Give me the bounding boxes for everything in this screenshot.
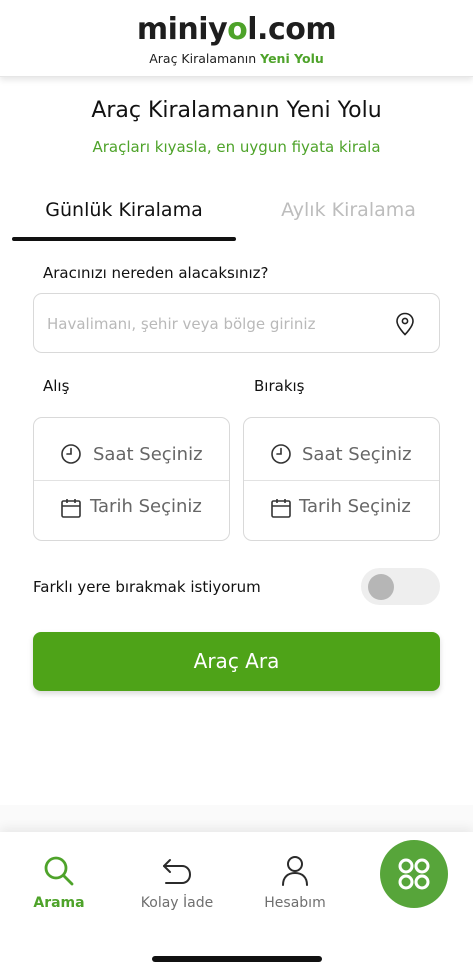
grid-circles-icon [398, 858, 430, 890]
pickup-datetime-box: Saat Seçiniz Tarih Seçiniz [33, 417, 230, 541]
tab-daily-rental[interactable]: Günlük Kiralama [12, 199, 236, 221]
nav-label-search: Arama [33, 895, 85, 911]
clock-icon [61, 444, 81, 464]
location-input[interactable]: Havalimanı, şehir veya bölge giriniz [33, 293, 440, 353]
location-label: Aracınızı nereden alacaksınız? [43, 264, 269, 282]
pickup-time-placeholder: Saat Seçiniz [93, 444, 203, 465]
different-dropoff-toggle[interactable] [361, 568, 440, 605]
pickup-time-field[interactable]: Saat Seçiniz [34, 418, 229, 480]
calendar-icon [271, 499, 291, 518]
pickup-label: Alış [43, 377, 70, 395]
tab-monthly-rental[interactable]: Aylık Kiralama [236, 199, 461, 221]
menu-fab-button[interactable] [380, 840, 448, 908]
different-dropoff-label: Farklı yere bırakmak istiyorum [33, 578, 261, 596]
calendar-icon [61, 499, 81, 518]
user-icon [282, 856, 308, 886]
undo-arrow-icon [163, 859, 192, 884]
page-subtitle: Araçları kıyasla, en uygun fiyata kirala [92, 138, 381, 156]
brand-logo[interactable]: miniyol.com [0, 12, 473, 47]
clock-icon [271, 444, 291, 464]
toggle-knob [368, 574, 394, 600]
nav-label-account: Hesabım [264, 895, 326, 911]
active-tab-indicator [12, 237, 236, 241]
page-title: Araç Kiralamanın Yeni Yolu [91, 98, 382, 123]
nav-item-search[interactable]: Arama [28, 854, 90, 911]
location-pin-icon [396, 312, 414, 336]
search-icon [44, 856, 74, 886]
search-car-button[interactable]: Araç Ara [33, 632, 440, 691]
pickup-date-placeholder: Tarih Seçiniz [90, 496, 202, 517]
nav-item-easy-return[interactable]: Kolay İade [138, 854, 216, 911]
content-bottom-fill [0, 805, 473, 835]
dropoff-time-field[interactable]: Saat Seçiniz [244, 418, 439, 480]
dropoff-time-placeholder: Saat Seçiniz [302, 444, 412, 465]
location-placeholder: Havalimanı, şehir veya bölge giriniz [47, 315, 316, 333]
dropoff-date-placeholder: Tarih Seçiniz [299, 496, 411, 517]
dropoff-date-field[interactable]: Tarih Seçiniz [244, 481, 439, 543]
dropoff-label: Bırakış [254, 377, 305, 395]
nav-item-account[interactable]: Hesabım [260, 854, 330, 911]
pickup-date-field[interactable]: Tarih Seçiniz [34, 481, 229, 543]
app-header: miniyol.com Araç Kiralamanın Yeni Yolu [0, 0, 473, 77]
nav-label-easy-return: Kolay İade [140, 895, 214, 911]
home-indicator [152, 956, 322, 962]
dropoff-datetime-box: Saat Seçiniz Tarih Seçiniz [243, 417, 440, 541]
brand-tagline: Araç Kiralamanın Yeni Yolu [149, 51, 324, 66]
